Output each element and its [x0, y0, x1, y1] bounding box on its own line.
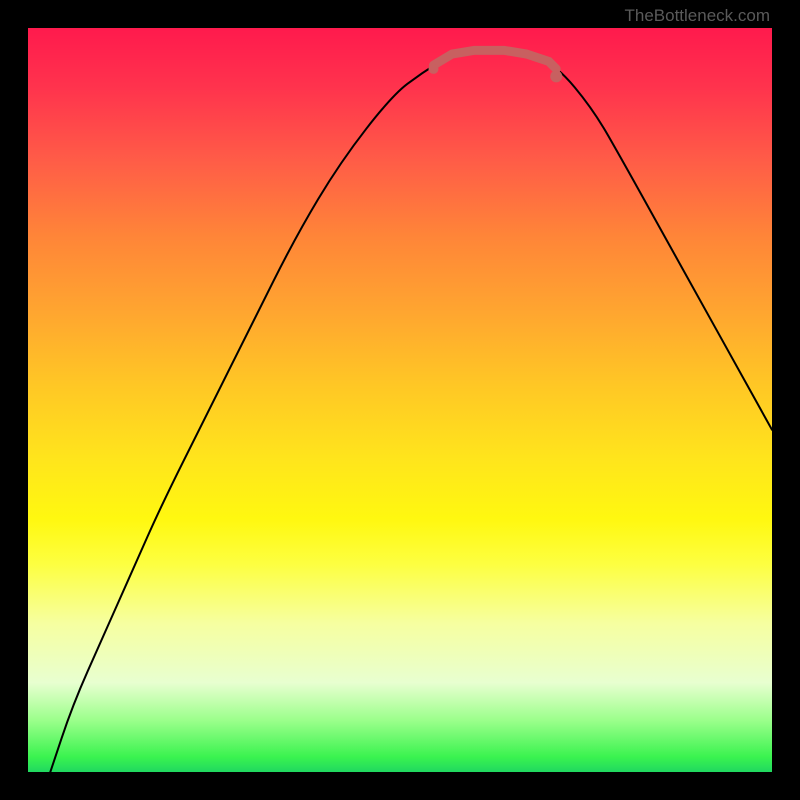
plot-area [28, 28, 772, 772]
curve-svg [28, 28, 772, 772]
attribution-text: TheBottleneck.com [624, 6, 770, 26]
highlight-overlay [428, 50, 562, 82]
bottleneck-curve [50, 51, 772, 772]
chart-frame: TheBottleneck.com [0, 0, 800, 800]
